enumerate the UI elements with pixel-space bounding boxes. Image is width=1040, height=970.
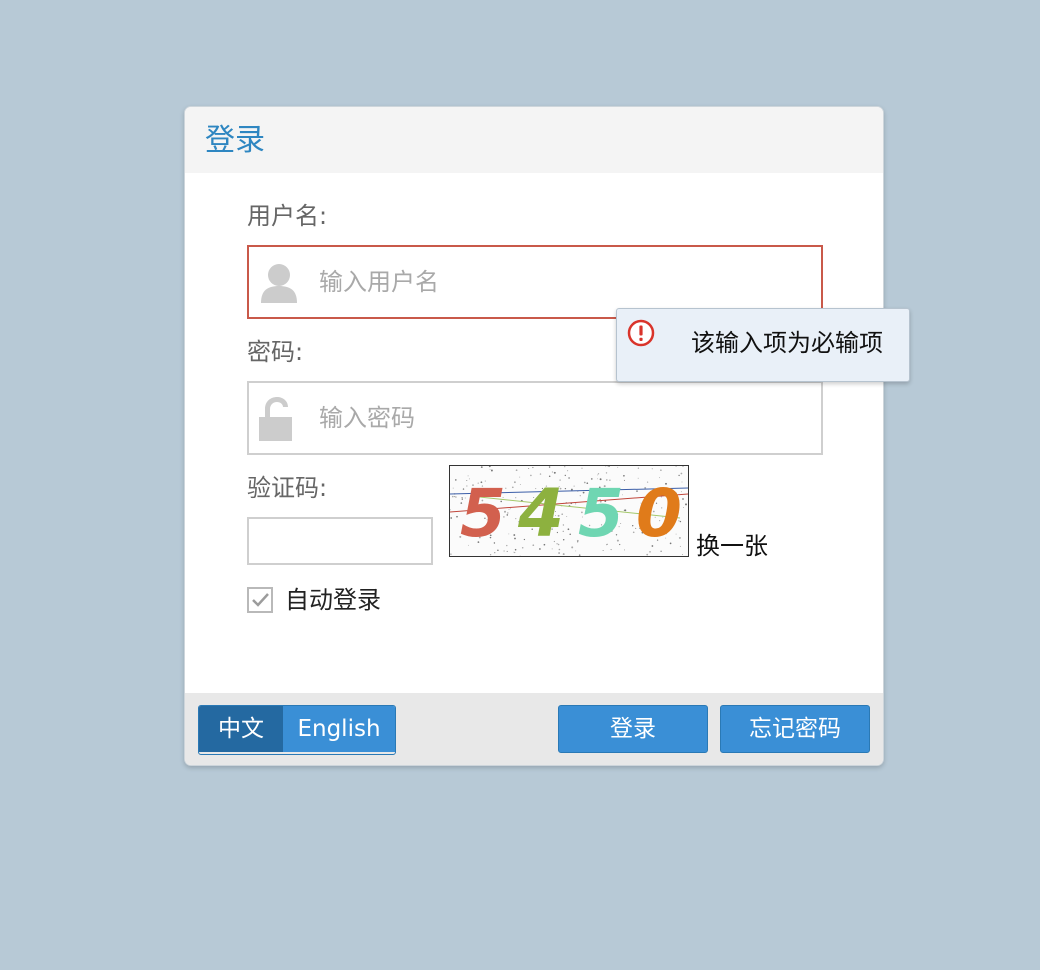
captcha-char-2: 4 [517, 475, 564, 552]
remember-checkbox[interactable] [247, 587, 273, 613]
dialog-footer: 中文 English 登录 忘记密码 [185, 693, 883, 765]
lang-zh-button[interactable]: 中文 [199, 706, 283, 752]
dialog-header: 登录 [185, 107, 883, 173]
validation-message: 该输入项为必输项 [691, 329, 883, 357]
user-icon [261, 264, 297, 303]
captcha-char-3: 5 [578, 475, 624, 552]
validation-tooltip: 该输入项为必输项 [616, 308, 910, 382]
captcha-image[interactable]: 5 4 5 0 [449, 465, 689, 557]
refresh-captcha-link[interactable]: 换一张 [696, 531, 768, 561]
alert-circle-icon [627, 319, 655, 347]
captcha-char-4: 0 [636, 475, 682, 552]
captcha-input[interactable] [247, 517, 433, 565]
lang-en-button[interactable]: English [283, 706, 395, 752]
username-label: 用户名: [247, 202, 328, 230]
login-button[interactable]: 登录 [558, 705, 708, 753]
password-label: 密码: [247, 338, 304, 366]
login-dialog: 登录 用户名: 输入用户名 密码: 输入密码 验证码: 5 4 5 0 换一张 … [184, 106, 884, 766]
unlock-icon [259, 397, 292, 441]
dialog-title: 登录 [205, 123, 265, 158]
username-placeholder: 输入用户名 [319, 268, 439, 296]
password-placeholder: 输入密码 [319, 404, 415, 432]
remember-label: 自动登录 [285, 586, 381, 614]
captcha-label: 验证码: [247, 474, 328, 502]
forgot-password-button[interactable]: 忘记密码 [720, 705, 870, 753]
check-icon [252, 593, 269, 607]
captcha-char-1: 5 [460, 475, 506, 552]
password-field[interactable]: 输入密码 [247, 381, 823, 455]
captcha-svg: 5 4 5 0 [450, 466, 688, 556]
language-switcher: 中文 English [198, 705, 396, 755]
